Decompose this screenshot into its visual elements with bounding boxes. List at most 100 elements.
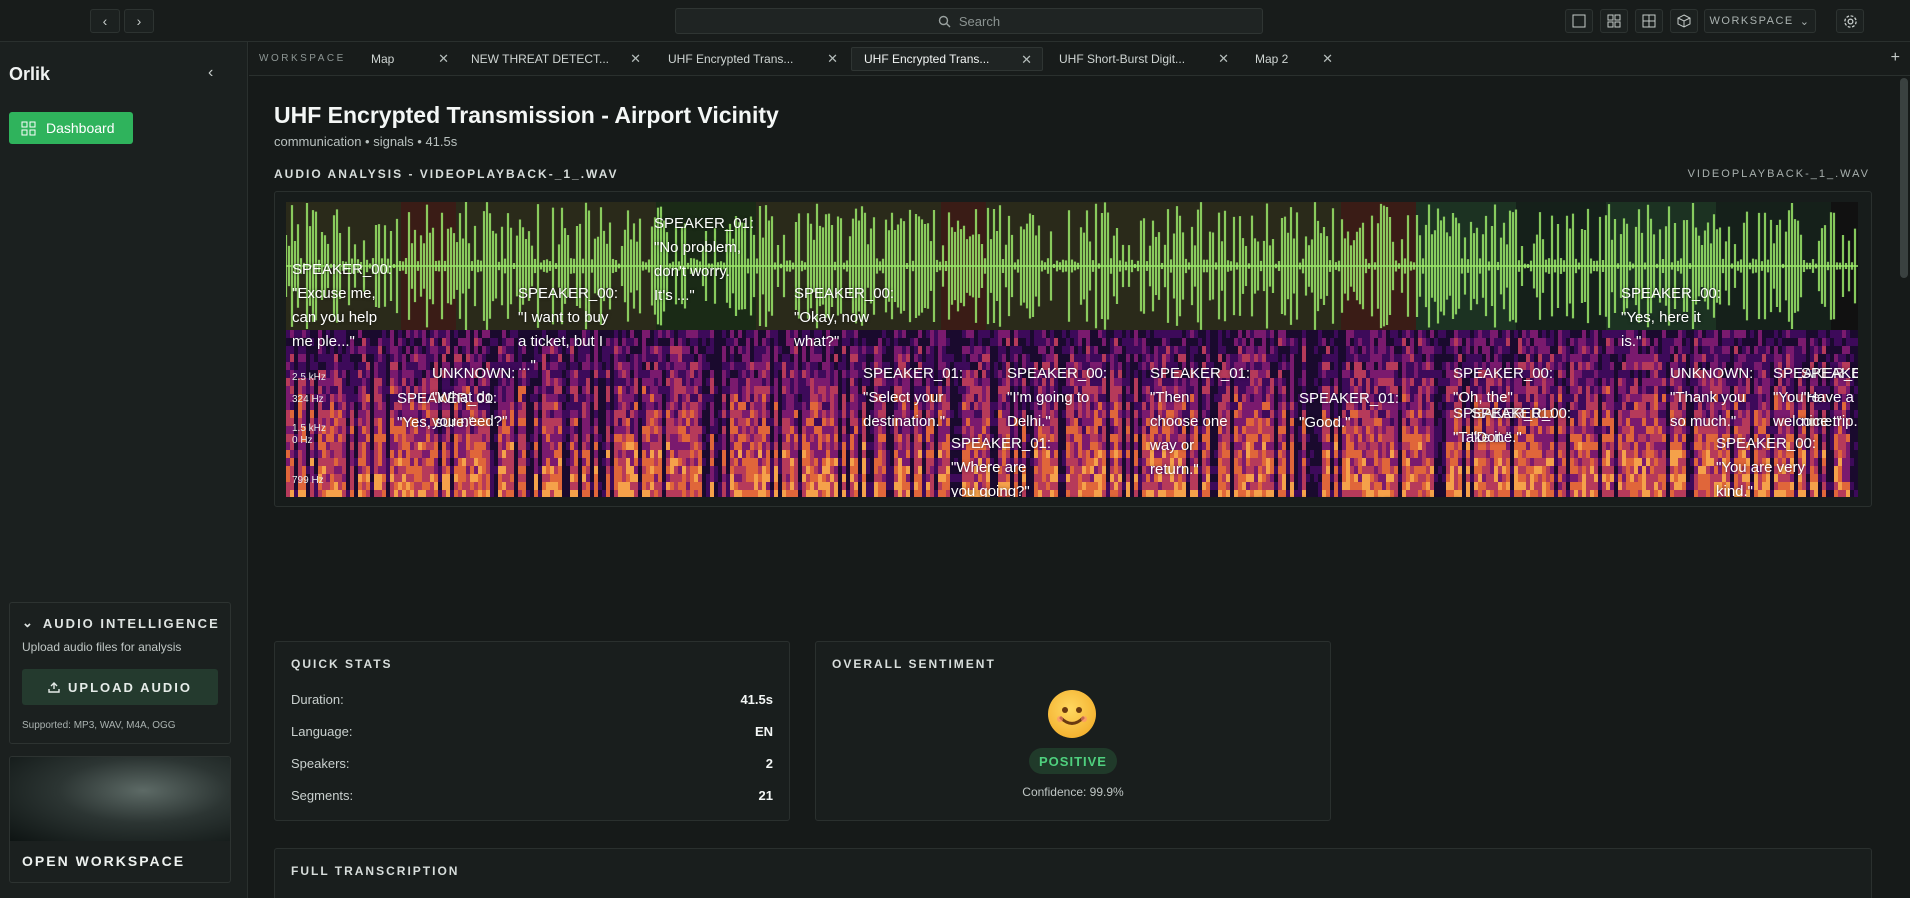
spectrogram-column (1598, 330, 1602, 497)
spectrogram-column (770, 330, 774, 497)
chevron-right-icon: › (136, 13, 142, 29)
spectrogram-column (850, 330, 854, 497)
spectrogram-column (302, 330, 306, 497)
tab-map-2[interactable]: Map 2 ✕ (1243, 47, 1343, 71)
spectrogram-column (646, 330, 650, 497)
stat-label: Speakers: (291, 756, 350, 771)
spectrogram-column (1266, 330, 1270, 497)
audio-intelligence-toggle[interactable]: ⌄ AUDIO INTELLIGENCE (22, 615, 220, 631)
grid-2x2-button[interactable] (1600, 9, 1628, 33)
spectrogram-column (762, 330, 766, 497)
spectrogram-column (1258, 330, 1262, 497)
cube-button[interactable] (1670, 9, 1698, 33)
transcript-caption: SPEAKER_00: "Oh, the" (1453, 365, 1554, 406)
search-input[interactable]: Search (675, 8, 1263, 34)
spectrogram-column (726, 330, 730, 497)
scrollbar[interactable] (1900, 78, 1908, 278)
spectrogram-column (366, 330, 370, 497)
spectrogram-column (1614, 330, 1618, 497)
dashboard-button[interactable]: Dashboard (9, 112, 133, 144)
spectrogram-column (686, 330, 690, 497)
tab-new-threat[interactable]: NEW THREAT DETECT... ✕ (459, 47, 651, 71)
spectrogram-column (758, 330, 762, 497)
spectrogram-column (370, 330, 374, 497)
spectrogram-column (754, 330, 758, 497)
spectrogram-column (654, 330, 658, 497)
audio-visualization: 2.5 kHz 1.5 kHz 799 Hz SPEAKER_00: "Excu… (274, 191, 1872, 507)
spectrogram-column (1662, 330, 1666, 497)
cube-icon (1677, 14, 1691, 28)
spectrogram-column (634, 330, 638, 497)
stat-label: Duration: (291, 692, 344, 707)
spectrogram-column (1638, 330, 1642, 497)
tab-uhf-short-burst[interactable]: UHF Short-Burst Digit... ✕ (1047, 47, 1239, 71)
spectrogram-column (846, 330, 850, 497)
map-thumbnail (10, 757, 230, 841)
spectrogram-column (826, 330, 830, 497)
collapse-sidebar-button[interactable]: ‹ (208, 64, 213, 82)
single-pane-button[interactable] (1565, 9, 1593, 33)
spectrogram-column (750, 330, 754, 497)
supported-formats: Supported: MP3, WAV, M4A, OGG (22, 720, 176, 731)
spectrogram-column (294, 330, 298, 497)
spectrogram-column (730, 330, 734, 497)
spectrogram-column (290, 330, 294, 497)
chevron-left-icon: ‹ (102, 13, 108, 29)
freq-label: 1.5 kHz (292, 423, 326, 434)
upload-audio-label: UPLOAD AUDIO (68, 679, 192, 695)
spectrogram-column (310, 330, 314, 497)
spectrogram-column (818, 330, 822, 497)
spectrogram-column (618, 330, 622, 497)
spectrogram-column (1406, 330, 1410, 497)
grid-table-button[interactable] (1635, 9, 1663, 33)
tab-uhf-encrypted-1[interactable]: UHF Encrypted Trans... ✕ (656, 47, 848, 71)
audio-intelligence-title: AUDIO INTELLIGENCE (42, 615, 220, 631)
add-tab-button[interactable]: + (1891, 49, 1900, 67)
transcript-caption: SPEAKER_00: "I want to buy a ticket, but… (518, 285, 619, 374)
spectrogram-column (378, 330, 382, 497)
spectrogram-column (802, 330, 806, 497)
spectrogram-column (1622, 330, 1626, 497)
quick-stats-title: QUICK STATS (291, 657, 393, 671)
workspace-dropdown[interactable]: WORKSPACE ⌄ (1704, 9, 1816, 33)
spectrogram-column (1422, 330, 1426, 497)
chevron-down-icon: ⌄ (22, 615, 35, 630)
upload-icon (48, 682, 60, 693)
spectrogram-column (1602, 330, 1606, 497)
freq-label: 324 Hz (292, 394, 324, 405)
page-meta: communication • signals • 41.5s (274, 134, 458, 149)
spectrogram-column (1650, 330, 1654, 497)
close-icon[interactable]: ✕ (1218, 51, 1229, 67)
spectrogram-column (1134, 330, 1138, 497)
spectrogram-column (338, 330, 342, 497)
spectrogram-column (362, 330, 366, 497)
spectrogram-column (1434, 330, 1438, 497)
forward-button[interactable]: › (124, 9, 154, 33)
settings-button[interactable] (1836, 9, 1864, 33)
spectrogram-column (1118, 330, 1122, 497)
spectrogram[interactable]: 2.5 kHz 1.5 kHz 799 Hz SPEAKER_00: "Excu… (286, 202, 1858, 497)
close-icon[interactable]: ✕ (1021, 52, 1032, 68)
spectrogram-column (1586, 330, 1590, 497)
spectrogram-column (638, 330, 642, 497)
close-icon[interactable]: ✕ (438, 51, 449, 67)
back-button[interactable]: ‹ (90, 9, 120, 33)
upload-audio-button[interactable]: UPLOAD AUDIO (22, 669, 218, 705)
tab-uhf-encrypted-2[interactable]: UHF Encrypted Trans... ✕ (851, 47, 1043, 71)
tab-map[interactable]: Map ✕ (359, 47, 459, 71)
transcript-caption: UNKNOWN: "What do you need?" (432, 365, 516, 430)
tab-label: Map 2 (1255, 52, 1289, 66)
chevron-left-icon: ‹ (208, 64, 214, 81)
close-icon[interactable]: ✕ (630, 51, 641, 67)
spectrogram-column (298, 330, 302, 497)
spectrogram-column (318, 330, 322, 497)
dashboard-label: Dashboard (46, 120, 115, 136)
spectrogram-column (630, 330, 634, 497)
sentiment-title: OVERALL SENTIMENT (832, 657, 996, 671)
transcript-caption: UNKNOWN: "Thank you so much." (1670, 365, 1754, 430)
close-icon[interactable]: ✕ (1322, 51, 1333, 67)
open-workspace-card[interactable]: OPEN WORKSPACE (9, 756, 231, 883)
spectrogram-column (1446, 330, 1450, 497)
close-icon[interactable]: ✕ (827, 51, 838, 67)
spectrogram-column (1402, 330, 1406, 497)
